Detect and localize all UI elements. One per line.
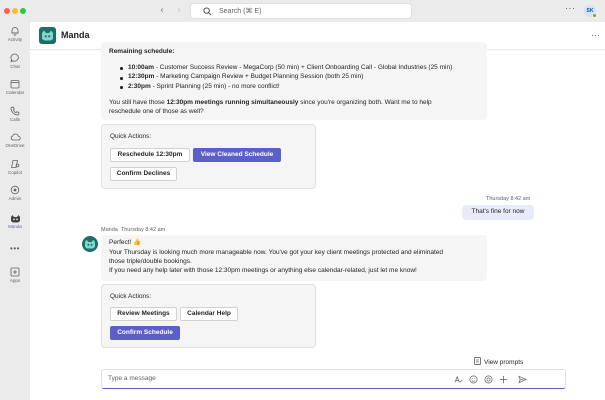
phone-icon xyxy=(10,106,20,116)
view-prompts-button[interactable]: View prompts xyxy=(474,357,523,366)
rail-more-apps[interactable]: ••• xyxy=(0,244,30,253)
review-meetings-button[interactable]: Review Meetings xyxy=(110,307,177,321)
message-placeholder: Type a message xyxy=(108,375,156,382)
message-text: reschedule one of those as well? xyxy=(109,108,204,115)
rail-label: Apps xyxy=(9,278,21,283)
more-options-icon[interactable]: ··· xyxy=(565,3,576,13)
rail-label: Admin xyxy=(8,196,22,201)
close-window-button[interactable] xyxy=(4,8,10,14)
confirm-schedule-button[interactable]: Confirm Schedule xyxy=(110,326,180,340)
apps-icon xyxy=(10,267,20,277)
rail-item-manda[interactable]: Manda xyxy=(0,214,30,229)
header-more-icon[interactable]: ··· xyxy=(591,30,600,40)
view-cleaned-schedule-button[interactable]: View Cleaned Schedule xyxy=(193,148,281,162)
back-arrow-icon[interactable]: ‹ xyxy=(160,5,164,16)
app-rail: Activity Chat Calendar Calls OneDrive Co… xyxy=(0,22,30,400)
calendar-help-button[interactable]: Calendar Help xyxy=(180,307,238,321)
bullet xyxy=(120,77,123,80)
rail-label: Activity xyxy=(7,37,23,42)
rail-item-calendar[interactable]: Calendar xyxy=(0,79,30,95)
chat-icon xyxy=(10,53,19,63)
user-message-bubble: That's fine for now xyxy=(462,205,534,220)
search-icon xyxy=(203,7,212,16)
bullet xyxy=(120,67,123,70)
rail-item-calls[interactable]: Calls xyxy=(0,106,30,122)
copilot-icon xyxy=(11,160,20,168)
manda-bot-icon xyxy=(42,30,53,41)
search-placeholder: Search (⌘ E) xyxy=(219,8,262,15)
rail-label: Calendar xyxy=(5,90,25,95)
search-input[interactable]: Search (⌘ E) xyxy=(190,3,412,19)
quick-actions-label: Quick Actions: xyxy=(110,133,152,140)
bot-avatar xyxy=(82,236,98,252)
maximize-window-button[interactable] xyxy=(20,8,26,14)
rail-label: Manda xyxy=(8,224,22,229)
bell-icon xyxy=(11,27,19,36)
user-avatar[interactable]: SK xyxy=(584,5,597,18)
schedule-item: 12:30pm - Marketing Campaign Review + Bu… xyxy=(128,73,364,80)
quick-actions-card: Quick Actions: Review Meetings Calendar … xyxy=(101,284,316,348)
prompts-icon xyxy=(474,357,481,365)
rail-item-chat[interactable]: Chat xyxy=(0,53,30,69)
chat-title: Manda xyxy=(61,30,90,40)
manda-bot-icon xyxy=(10,215,20,223)
user-message-text: That's fine for now xyxy=(471,208,525,215)
bullet xyxy=(120,86,123,89)
rail-item-onedrive[interactable]: OneDrive xyxy=(0,132,30,148)
rail-item-apps[interactable]: Apps xyxy=(0,267,30,283)
rail-item-copilot[interactable]: Copilot xyxy=(0,159,30,175)
reschedule-button[interactable]: Reschedule 12:30pm xyxy=(110,148,190,162)
quick-actions-label: Quick Actions: xyxy=(110,293,152,300)
message-input[interactable]: Type a message xyxy=(101,369,566,389)
rail-item-activity[interactable]: Activity xyxy=(0,26,30,42)
send-icon[interactable] xyxy=(518,375,527,384)
add-icon[interactable] xyxy=(499,375,508,384)
message-text: If you need any help later with those 12… xyxy=(109,267,417,274)
conversation-pane[interactable]: Remaining schedule: 10:00am - Customer S… xyxy=(30,42,605,400)
rail-label: Chat xyxy=(10,64,20,69)
title-bar: ‹ › Search (⌘ E) ··· SK xyxy=(0,0,605,22)
calendar-icon xyxy=(10,80,20,89)
message-heading: Remaining schedule: xyxy=(109,48,175,55)
rail-label: Copilot xyxy=(7,170,22,175)
confirm-declines-button[interactable]: Confirm Declines xyxy=(110,167,177,181)
forward-arrow-icon[interactable]: › xyxy=(177,5,181,16)
schedule-item: 2:30pm - Sprint Planning (25 min) - no m… xyxy=(128,83,280,90)
cloud-icon xyxy=(10,133,21,141)
message-sender-meta: Manda Thursday 8:42 am xyxy=(101,227,166,233)
loop-icon[interactable] xyxy=(484,375,493,384)
rail-label: Calls xyxy=(9,117,20,122)
message-text: Perfect! 👍 xyxy=(109,239,142,246)
presence-status-icon xyxy=(592,13,597,18)
format-icon[interactable] xyxy=(454,375,463,384)
manda-bot-icon xyxy=(85,239,95,249)
rail-item-admin[interactable]: Admin xyxy=(0,185,30,201)
more-icon: ••• xyxy=(10,244,20,253)
message-timestamp: Thursday 8:42 am xyxy=(486,196,531,202)
minimize-window-button[interactable] xyxy=(12,8,18,14)
manda-logo xyxy=(39,27,56,44)
emoji-icon[interactable] xyxy=(469,375,478,384)
quick-actions-card: Quick Actions: Reschedule 12:30pm View C… xyxy=(101,124,316,189)
rail-label: OneDrive xyxy=(5,143,25,148)
admin-icon xyxy=(10,185,20,195)
